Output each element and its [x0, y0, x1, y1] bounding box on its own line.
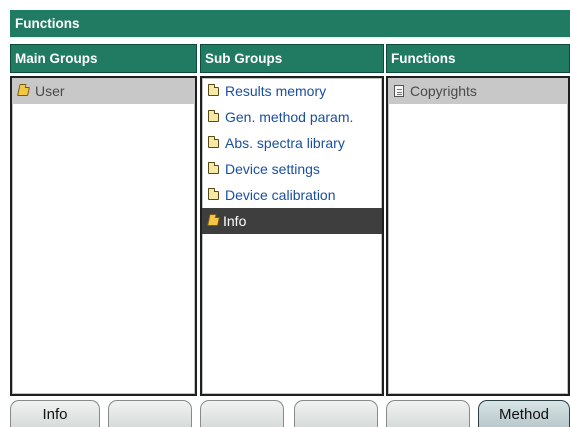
main-group-item-user[interactable]: User: [12, 78, 195, 104]
list-item-label: Copyrights: [410, 83, 477, 99]
sub-group-item-results-memory[interactable]: Results memory: [202, 78, 382, 104]
softkey-method[interactable]: Method: [478, 400, 570, 427]
list-item-label: Gen. method param.: [225, 109, 354, 125]
folder-icon: [208, 110, 219, 122]
folder-icon: [208, 136, 219, 148]
list-item-label: Results memory: [225, 83, 327, 99]
folder-icon: [208, 84, 219, 96]
sub-group-item-device-settings[interactable]: Device settings: [202, 156, 382, 182]
sub-groups-list[interactable]: Results memory Gen. method param. Abs. s…: [200, 76, 384, 396]
folder-open-icon: [207, 217, 220, 226]
list-item-label: User: [35, 83, 65, 99]
sub-group-item-device-calibration[interactable]: Device calibration: [202, 182, 382, 208]
softkey-info[interactable]: Info: [10, 400, 100, 427]
softkey-3[interactable]: [200, 400, 284, 427]
functions-header: Functions: [386, 44, 570, 73]
softkey-bar: Info Method: [10, 400, 570, 427]
sub-group-item-abs-spectra-library[interactable]: Abs. spectra library: [202, 130, 382, 156]
folder-open-icon: [17, 87, 30, 96]
functions-list[interactable]: Copyrights: [386, 76, 570, 396]
document-icon: [394, 85, 404, 97]
function-item-copyrights[interactable]: Copyrights: [388, 78, 568, 104]
sub-group-item-gen-method-param[interactable]: Gen. method param.: [202, 104, 382, 130]
folder-icon: [208, 188, 219, 200]
window-title: Functions: [10, 10, 570, 38]
main-groups-header: Main Groups: [10, 44, 197, 73]
sub-groups-header: Sub Groups: [200, 44, 384, 73]
softkey-4[interactable]: [294, 400, 378, 427]
softkey-2[interactable]: [108, 400, 192, 427]
list-item-label: Device calibration: [225, 187, 336, 203]
list-item-label: Device settings: [225, 161, 320, 177]
list-item-label: Abs. spectra library: [225, 135, 345, 151]
list-item-label: Info: [223, 213, 247, 229]
sub-group-item-info[interactable]: Info: [202, 208, 382, 234]
folder-icon: [208, 162, 219, 174]
main-groups-list[interactable]: User: [10, 76, 197, 396]
softkey-5[interactable]: [386, 400, 470, 427]
